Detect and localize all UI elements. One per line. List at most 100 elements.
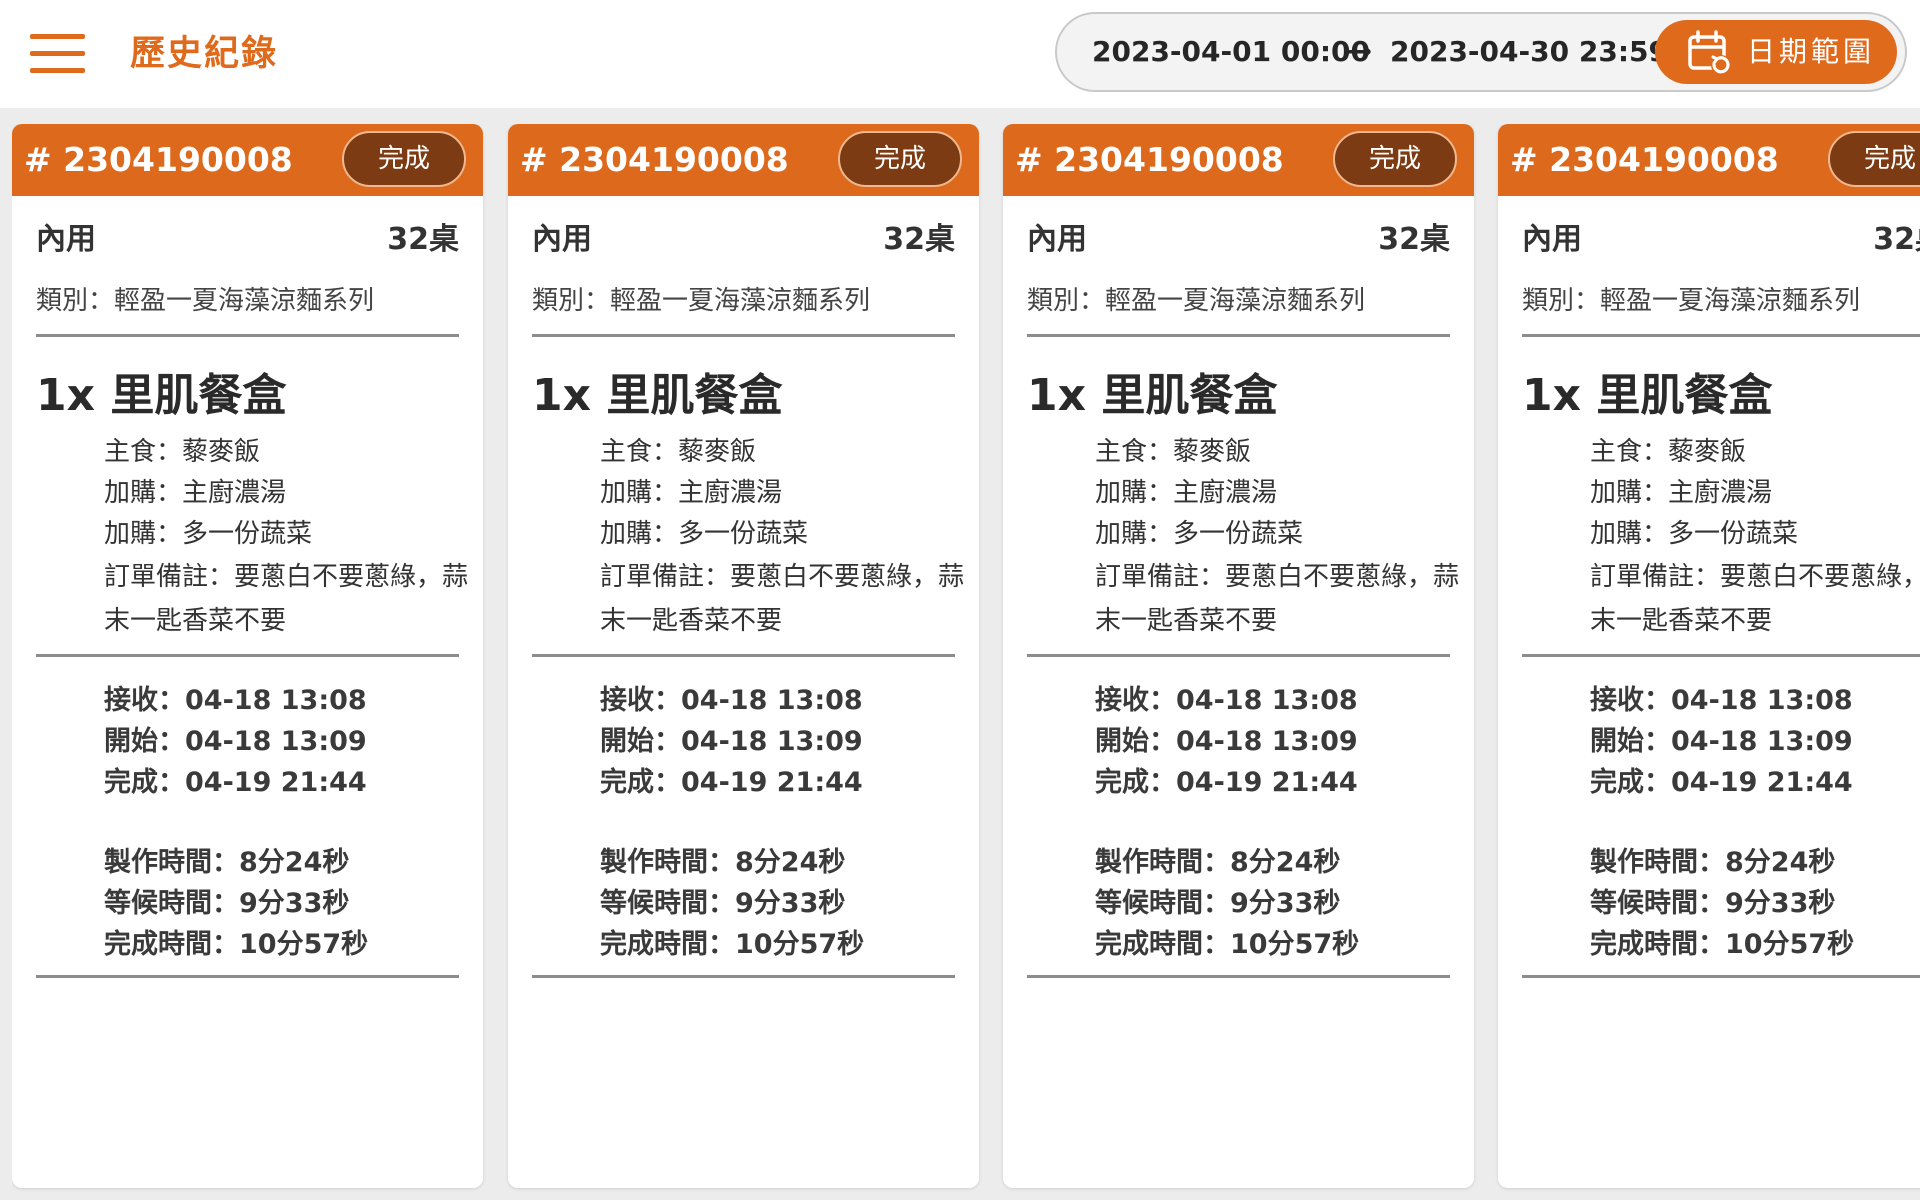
divider <box>532 334 955 337</box>
status-complete-button[interactable]: 完成 <box>838 131 962 187</box>
option-addon: 加購：主廚濃湯 <box>1590 478 1773 508</box>
received-time: 接收：04-18 13:08 <box>1095 685 1358 716</box>
order-note: 訂單備註：要蔥白不要蔥綠，蒜末一匙香菜不要 <box>104 562 469 636</box>
finish-duration: 完成時間：10分57秒 <box>104 929 369 960</box>
order-card[interactable]: # 2304190008 完成 內用 32桌 類別：輕盈一夏海藻涼麵系列 1x … <box>1003 124 1474 1188</box>
prep-duration: 製作時間：8分24秒 <box>1590 847 1836 878</box>
arrow-right-icon: → <box>1347 34 1373 69</box>
option-addon: 加購：多一份蔬菜 <box>1095 519 1304 549</box>
durations: 製作時間：8分24秒 等候時間：9分33秒 完成時間：10分57秒 <box>600 842 864 965</box>
item-options: 主食：藜麥飯 加購：主廚濃湯 加購：多一份蔬菜 訂單備註：要蔥白不要蔥綠，蒜末一… <box>600 432 970 643</box>
date-range-button[interactable]: 日期範圍 <box>1655 20 1897 84</box>
option-addon: 加購：多一份蔬菜 <box>1590 519 1799 549</box>
received-time: 接收：04-18 13:08 <box>104 685 367 716</box>
option-main: 主食：藜麥飯 <box>1590 437 1747 467</box>
order-card[interactable]: # 2304190008 完成 內用 32桌 類別：輕盈一夏海藻涼麵系列 1x … <box>1498 124 1920 1188</box>
divider <box>1027 654 1450 657</box>
divider <box>1027 334 1450 337</box>
date-range-start: 2023-04-01 00:00 <box>1092 35 1370 68</box>
prep-duration: 製作時間：8分24秒 <box>104 847 350 878</box>
hamburger-menu-icon[interactable] <box>30 34 85 74</box>
divider <box>36 334 459 337</box>
finish-duration: 完成時間：10分57秒 <box>1590 929 1855 960</box>
dine-type: 內用 <box>532 222 592 257</box>
order-note: 訂單備註：要蔥白不要蔥綠，蒜末一匙香菜不要 <box>1590 562 1920 636</box>
option-addon: 加購：多一份蔬菜 <box>600 519 809 549</box>
option-addon: 加購：主廚濃湯 <box>600 478 783 508</box>
table-number: 32桌 <box>387 222 459 257</box>
status-complete-button[interactable]: 完成 <box>1333 131 1457 187</box>
timestamps: 接收：04-18 13:08 開始：04-18 13:09 完成：04-19 2… <box>600 680 970 803</box>
option-main: 主食：藜麥飯 <box>1095 437 1252 467</box>
start-time: 開始：04-18 13:09 <box>1095 726 1358 757</box>
wait-duration: 等候時間：9分33秒 <box>1095 888 1341 919</box>
order-card[interactable]: # 2304190008 完成 內用 32桌 類別：輕盈一夏海藻涼麵系列 1x … <box>508 124 979 1188</box>
order-number: # 2304190008 <box>1510 140 1779 179</box>
timestamps: 接收：04-18 13:08 開始：04-18 13:09 完成：04-19 2… <box>1095 680 1465 803</box>
start-time: 開始：04-18 13:09 <box>1590 726 1853 757</box>
start-time: 開始：04-18 13:09 <box>600 726 863 757</box>
completed-time: 完成：04-19 21:44 <box>1095 767 1358 798</box>
item-title: 1x 里肌餐盒 <box>36 370 287 421</box>
finish-duration: 完成時間：10分57秒 <box>600 929 865 960</box>
date-range-button-label: 日期範圍 <box>1747 35 1876 68</box>
date-range-filter[interactable]: 2023-04-01 00:00 → 2023-04-30 23:59 日期範圍 <box>1055 12 1907 92</box>
order-card-header: # 2304190008 完成 <box>12 124 483 196</box>
received-time: 接收：04-18 13:08 <box>1590 685 1853 716</box>
status-complete-button[interactable]: 完成 <box>1828 131 1920 187</box>
wait-duration: 等候時間：9分33秒 <box>1590 888 1836 919</box>
top-bar: 歷史紀錄 2023-04-01 00:00 → 2023-04-30 23:59… <box>0 0 1920 108</box>
order-number: # 2304190008 <box>24 140 293 179</box>
start-time: 開始：04-18 13:09 <box>104 726 367 757</box>
date-range-end: 2023-04-30 23:59 <box>1390 35 1668 68</box>
timestamps: 接收：04-18 13:08 開始：04-18 13:09 完成：04-19 2… <box>104 680 474 803</box>
option-addon: 加購：主廚濃湯 <box>104 478 287 508</box>
status-complete-button[interactable]: 完成 <box>342 131 466 187</box>
order-number: # 2304190008 <box>1015 140 1284 179</box>
divider <box>1522 334 1920 337</box>
order-card[interactable]: # 2304190008 完成 內用 32桌 類別：輕盈一夏海藻涼麵系列 1x … <box>12 124 483 1188</box>
item-title: 1x 里肌餐盒 <box>1027 370 1278 421</box>
order-note: 訂單備註：要蔥白不要蔥綠，蒜末一匙香菜不要 <box>600 562 965 636</box>
order-card-list: # 2304190008 完成 內用 32桌 類別：輕盈一夏海藻涼麵系列 1x … <box>12 124 1920 1200</box>
dine-type: 內用 <box>1027 222 1087 257</box>
table-number: 32桌 <box>1378 222 1450 257</box>
dine-type: 內用 <box>1522 222 1582 257</box>
option-addon: 加購：多一份蔬菜 <box>104 519 313 549</box>
history-screen: 歷史紀錄 2023-04-01 00:00 → 2023-04-30 23:59… <box>0 0 1920 1200</box>
order-card-header: # 2304190008 完成 <box>1498 124 1920 196</box>
divider <box>1522 975 1920 978</box>
received-time: 接收：04-18 13:08 <box>600 685 863 716</box>
category-label: 類別：輕盈一夏海藻涼麵系列 <box>36 286 375 316</box>
divider <box>532 654 955 657</box>
category-label: 類別：輕盈一夏海藻涼麵系列 <box>1027 286 1366 316</box>
order-note: 訂單備註：要蔥白不要蔥綠，蒜末一匙香菜不要 <box>1095 562 1460 636</box>
category-label: 類別：輕盈一夏海藻涼麵系列 <box>532 286 871 316</box>
order-card-header: # 2304190008 完成 <box>508 124 979 196</box>
completed-time: 完成：04-19 21:44 <box>104 767 367 798</box>
table-number: 32桌 <box>1873 222 1920 257</box>
divider <box>532 975 955 978</box>
divider <box>1027 975 1450 978</box>
category-label: 類別：輕盈一夏海藻涼麵系列 <box>1522 286 1861 316</box>
item-title: 1x 里肌餐盒 <box>532 370 783 421</box>
item-options: 主食：藜麥飯 加購：主廚濃湯 加購：多一份蔬菜 訂單備註：要蔥白不要蔥綠，蒜末一… <box>1590 432 1920 643</box>
divider <box>1522 654 1920 657</box>
divider <box>36 975 459 978</box>
prep-duration: 製作時間：8分24秒 <box>600 847 846 878</box>
timestamps: 接收：04-18 13:08 開始：04-18 13:09 完成：04-19 2… <box>1590 680 1920 803</box>
dine-type: 內用 <box>36 222 96 257</box>
durations: 製作時間：8分24秒 等候時間：9分33秒 完成時間：10分57秒 <box>1590 842 1854 965</box>
item-options: 主食：藜麥飯 加購：主廚濃湯 加購：多一份蔬菜 訂單備註：要蔥白不要蔥綠，蒜末一… <box>104 432 474 643</box>
completed-time: 完成：04-19 21:44 <box>1590 767 1853 798</box>
durations: 製作時間：8分24秒 等候時間：9分33秒 完成時間：10分57秒 <box>104 842 368 965</box>
option-addon: 加購：主廚濃湯 <box>1095 478 1278 508</box>
durations: 製作時間：8分24秒 等候時間：9分33秒 完成時間：10分57秒 <box>1095 842 1359 965</box>
item-title: 1x 里肌餐盒 <box>1522 370 1773 421</box>
order-card-header: # 2304190008 完成 <box>1003 124 1474 196</box>
wait-duration: 等候時間：9分33秒 <box>104 888 350 919</box>
option-main: 主食：藜麥飯 <box>600 437 757 467</box>
page-title: 歷史紀錄 <box>130 34 279 74</box>
calendar-refresh-icon <box>1688 30 1731 75</box>
item-options: 主食：藜麥飯 加購：主廚濃湯 加購：多一份蔬菜 訂單備註：要蔥白不要蔥綠，蒜末一… <box>1095 432 1465 643</box>
